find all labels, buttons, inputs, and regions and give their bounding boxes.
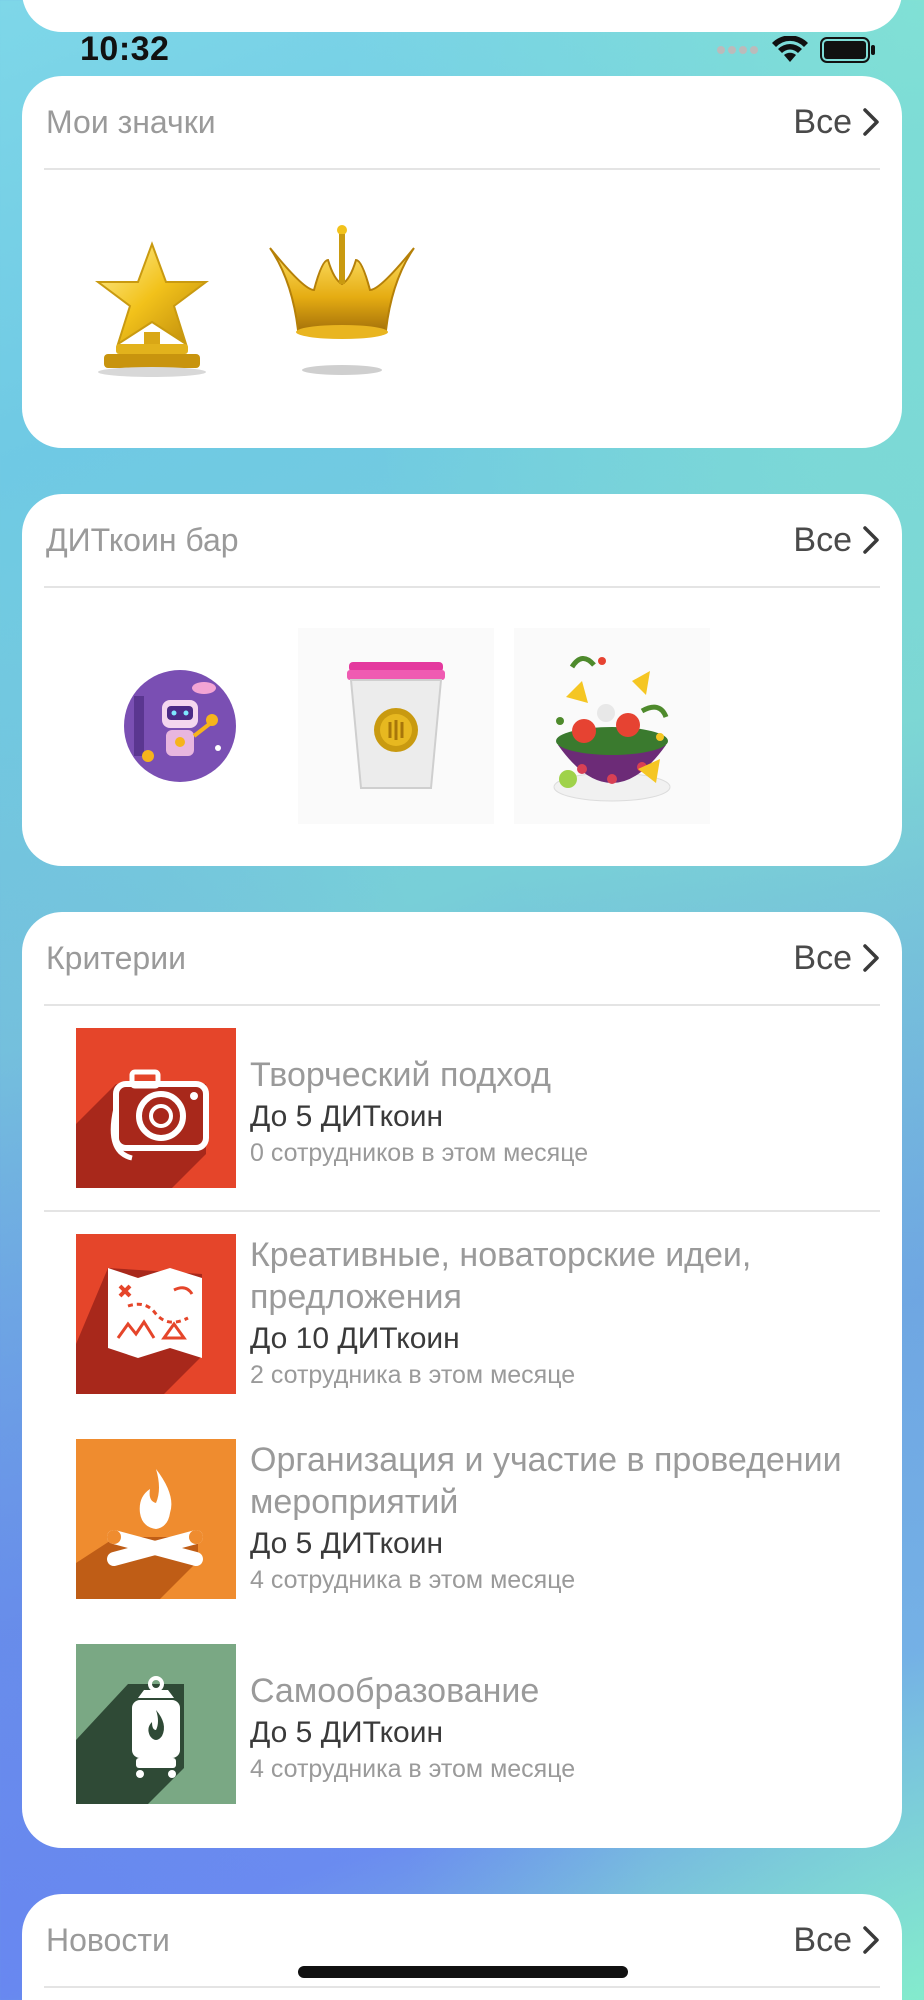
status-time: 10:32 xyxy=(80,30,170,68)
criteria-name: Организация и участие в проведении мероп… xyxy=(250,1441,842,1521)
all-label: Все xyxy=(793,102,852,141)
bar-all-link[interactable]: Все xyxy=(793,521,880,560)
treasure-map-icon xyxy=(76,1268,202,1394)
criteria-image xyxy=(76,1234,236,1394)
robot-party-icon xyxy=(124,670,236,782)
star-trophy-icon[interactable] xyxy=(82,240,222,380)
all-label: Все xyxy=(793,938,852,977)
criteria-count: 4 сотрудника в этом месяце xyxy=(250,1566,576,1594)
criteria-coins: До 5 ДИТкоин xyxy=(250,1716,444,1749)
bar-item-coffee[interactable] xyxy=(298,628,494,824)
camera-icon xyxy=(76,1069,209,1188)
campfire-icon xyxy=(76,1469,203,1599)
home-indicator[interactable] xyxy=(298,1966,628,1978)
bar-item-robot[interactable] xyxy=(82,628,278,824)
bar-card: ДИТкоин бар Все xyxy=(22,494,902,866)
criteria-item[interactable]: Организация и участие в проведении мероп… xyxy=(22,1439,902,1599)
wifi-icon xyxy=(772,36,808,62)
signal-icon xyxy=(717,46,758,54)
criteria-name: Самообразование xyxy=(250,1672,540,1710)
status-bar: 10:32 xyxy=(0,28,924,72)
badges-title: Мои значки xyxy=(46,103,216,140)
criteria-all-link[interactable]: Все xyxy=(793,939,880,978)
criteria-count: 4 сотрудника в этом месяце xyxy=(250,1755,576,1783)
coffee-cup-icon xyxy=(347,662,445,789)
criteria-card: Критерии Все Творческий подход До 5 ДИТк… xyxy=(22,912,902,1848)
news-all-link[interactable]: Все xyxy=(793,1921,880,1960)
criteria-coins: До 5 ДИТкоин xyxy=(250,1527,444,1560)
chevron-right-icon xyxy=(863,526,879,554)
gold-crown-icon[interactable] xyxy=(262,220,422,380)
divider xyxy=(44,1986,880,1988)
criteria-coins: До 5 ДИТкоин xyxy=(250,1100,444,1133)
all-label: Все xyxy=(793,1920,852,1959)
criteria-image xyxy=(76,1028,236,1188)
criteria-count: 0 сотрудников в этом месяце xyxy=(250,1139,589,1167)
chevron-right-icon xyxy=(863,1926,879,1954)
lantern-icon xyxy=(76,1676,184,1804)
battery-icon xyxy=(820,37,875,63)
criteria-name: Креативные, новаторские идеи, предложени… xyxy=(250,1236,752,1316)
salad-bowl-icon xyxy=(553,656,671,802)
divider xyxy=(44,1004,880,1006)
chevron-right-icon xyxy=(863,944,879,972)
criteria-item[interactable]: Креативные, новаторские идеи, предложени… xyxy=(22,1234,902,1394)
bar-title: ДИТкоин бар xyxy=(46,521,239,558)
criteria-image xyxy=(76,1439,236,1599)
criteria-item[interactable]: Самообразование До 5 ДИТкоин 4 сотрудник… xyxy=(22,1644,902,1804)
criteria-image xyxy=(76,1644,236,1804)
news-card: Новости Все xyxy=(22,1894,902,2000)
criteria-title: Критерии xyxy=(46,939,186,976)
criteria-item[interactable]: Творческий подход До 5 ДИТкоин 0 сотрудн… xyxy=(22,1028,902,1188)
criteria-coins: До 10 ДИТкоин xyxy=(250,1322,460,1355)
criteria-count: 2 сотрудника в этом месяце xyxy=(250,1361,576,1389)
all-label: Все xyxy=(793,520,852,559)
divider xyxy=(44,1210,880,1212)
chevron-right-icon xyxy=(863,108,879,136)
bar-item-salad[interactable] xyxy=(514,628,710,824)
badges-all-link[interactable]: Все xyxy=(793,103,880,142)
badges-card: Мои значки Все xyxy=(22,76,902,448)
news-title: Новости xyxy=(46,1921,170,1958)
criteria-name: Творческий подход xyxy=(250,1056,551,1094)
